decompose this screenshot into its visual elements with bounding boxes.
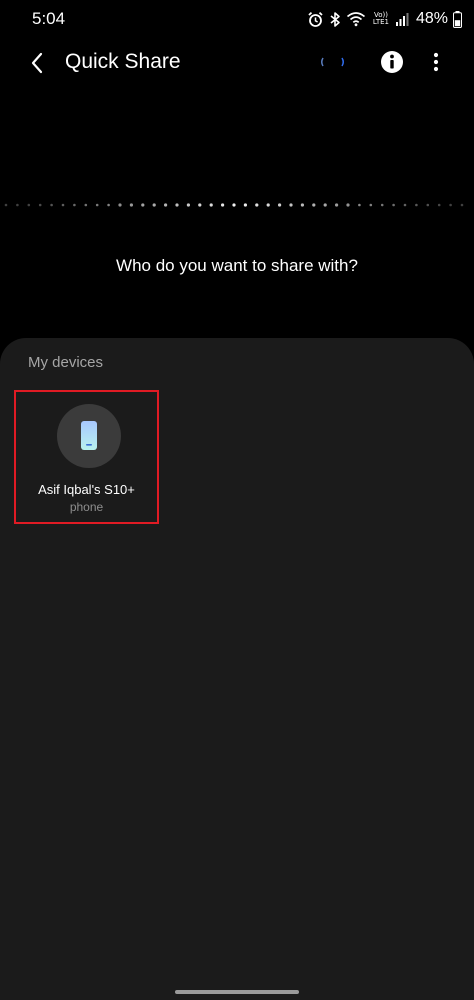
scan-dot	[175, 203, 179, 207]
scan-dot	[198, 203, 202, 207]
scan-dot	[164, 203, 168, 207]
scan-dot	[380, 203, 384, 207]
scan-dot	[84, 203, 88, 207]
scan-dot	[358, 203, 361, 207]
devices-panel: My devices Asif Iqbal's S10+ phone	[0, 338, 474, 1000]
scan-dot	[50, 203, 53, 207]
device-name: Asif Iqbal's S10+	[38, 482, 135, 497]
status-icons: Vo)) LTE1 48%	[307, 8, 462, 30]
network-label: Vo)) LTE1	[372, 11, 390, 26]
scan-dot	[266, 203, 270, 207]
app-bar: Quick Share	[0, 40, 474, 86]
home-indicator[interactable]	[175, 990, 299, 994]
battery-percent: 48%	[415, 10, 448, 27]
scan-dot	[27, 203, 31, 207]
status-time: 5:04	[32, 9, 66, 28]
status-bar: 5:04 Vo)) LTE1 48%	[0, 0, 474, 40]
scan-dot	[460, 203, 464, 207]
device-type: phone	[69, 500, 104, 514]
scan-dot	[426, 203, 430, 207]
scan-dot	[129, 203, 133, 207]
device-avatar	[57, 404, 121, 468]
info-icon	[381, 51, 403, 73]
more-options-icon	[433, 52, 439, 72]
scanning-animation	[4, 203, 464, 207]
more-options-button[interactable]	[426, 49, 446, 75]
bluetooth-icon	[329, 11, 341, 28]
scan-dot	[449, 203, 452, 207]
phone-icon	[81, 421, 97, 450]
scan-dot	[107, 203, 110, 207]
scan-dot	[221, 203, 225, 207]
scan-dot	[335, 203, 339, 207]
back-arrow-icon	[31, 52, 43, 74]
signal-icon	[395, 12, 410, 26]
scan-dot	[289, 203, 293, 207]
scan-dot	[232, 203, 236, 207]
battery-icon	[453, 10, 462, 28]
scan-dot	[346, 203, 350, 207]
share-prompt: Who do you want to share with?	[116, 256, 358, 275]
scan-dot	[403, 203, 407, 207]
scan-dot	[152, 203, 156, 207]
scan-dot	[437, 203, 441, 207]
scan-dot	[323, 203, 327, 207]
scan-dot	[61, 203, 65, 207]
scan-dot	[4, 203, 8, 207]
device-tile[interactable]: Asif Iqbal's S10+ phone	[14, 390, 159, 524]
alarm-icon	[307, 11, 324, 28]
page-title: Quick Share	[65, 50, 181, 73]
scan-dot	[95, 203, 99, 207]
wifi-icon	[346, 11, 366, 27]
scan-dot	[118, 203, 122, 207]
scan-dot	[141, 203, 145, 207]
scan-dot	[300, 203, 304, 207]
back-button[interactable]	[22, 48, 52, 78]
scan-dot	[369, 203, 373, 207]
scan-dot	[243, 203, 247, 207]
scan-dot	[209, 203, 213, 207]
scan-dot	[73, 203, 76, 207]
scan-dot	[312, 203, 316, 207]
scan-dot	[392, 203, 395, 207]
scan-dot	[186, 203, 190, 207]
scan-dot	[415, 203, 418, 207]
scan-dot	[16, 203, 19, 207]
section-label-my-devices: My devices	[28, 354, 104, 371]
info-button[interactable]	[379, 49, 405, 75]
scan-dot	[278, 203, 282, 207]
scan-dot	[255, 203, 259, 207]
loading-indicator	[318, 54, 348, 70]
scan-dot	[38, 203, 42, 207]
